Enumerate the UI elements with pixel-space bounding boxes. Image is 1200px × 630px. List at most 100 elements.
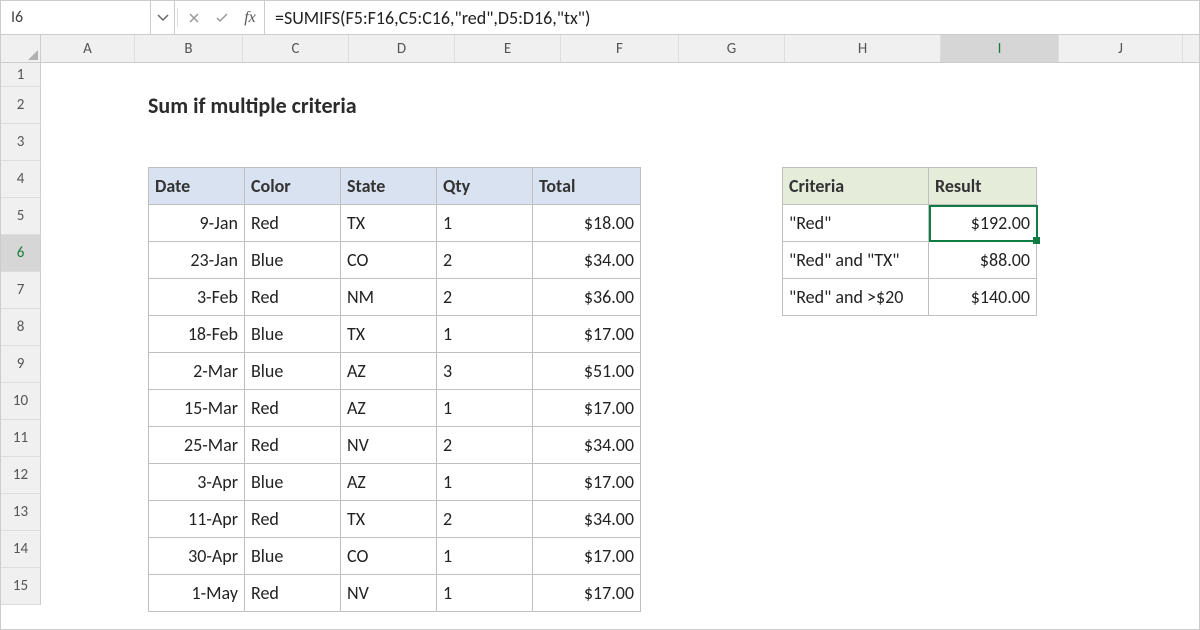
cell[interactable]: NV [341, 575, 437, 612]
cell[interactable]: "Red" [783, 205, 929, 242]
cell[interactable]: Red [245, 205, 341, 242]
hdr-state[interactable]: State [341, 168, 437, 205]
col-header-F[interactable]: F [561, 35, 679, 62]
cell-active[interactable]: $88.00 [929, 242, 1037, 279]
insert-function-button[interactable]: fx [236, 1, 264, 34]
col-header-C[interactable]: C [243, 35, 349, 62]
cell[interactable]: $51.00 [533, 353, 641, 390]
cell[interactable]: $34.00 [533, 242, 641, 279]
hdr-result[interactable]: Result [929, 168, 1037, 205]
cell[interactable]: $34.00 [533, 427, 641, 464]
row-header-7[interactable]: 7 [1, 272, 41, 309]
cell[interactable]: 9-Jan [149, 205, 245, 242]
cell[interactable]: 2-Mar [149, 353, 245, 390]
name-box[interactable]: I6 [1, 1, 151, 34]
cell[interactable]: $17.00 [533, 390, 641, 427]
cell[interactable]: 3-Apr [149, 464, 245, 501]
select-all-corner[interactable] [1, 35, 41, 62]
cell[interactable]: $18.00 [533, 205, 641, 242]
col-header-B[interactable]: B [135, 35, 243, 62]
cell[interactable]: 23-Jan [149, 242, 245, 279]
cell[interactable]: 15-Mar [149, 390, 245, 427]
cell[interactable]: Red [245, 390, 341, 427]
confirm-formula-button[interactable] [208, 1, 236, 34]
cell[interactable]: $34.00 [533, 501, 641, 538]
col-header-J[interactable]: J [1059, 35, 1183, 62]
col-header-A[interactable]: A [41, 35, 135, 62]
cell[interactable]: $192.00 [929, 205, 1037, 242]
cell[interactable]: 2 [437, 427, 533, 464]
cell[interactable]: 2 [437, 501, 533, 538]
cell[interactable]: $17.00 [533, 575, 641, 612]
cell[interactable]: TX [341, 205, 437, 242]
cell[interactable]: TX [341, 316, 437, 353]
cell[interactable]: Blue [245, 242, 341, 279]
cell[interactable]: CO [341, 538, 437, 575]
row-header-15[interactable]: 15 [1, 568, 41, 605]
row-header-8[interactable]: 8 [1, 309, 41, 346]
cell[interactable]: $17.00 [533, 464, 641, 501]
cell[interactable]: Red [245, 279, 341, 316]
cell[interactable]: 1 [437, 316, 533, 353]
cell[interactable]: 1 [437, 390, 533, 427]
row-header-13[interactable]: 13 [1, 494, 41, 531]
cell[interactable]: 1 [437, 464, 533, 501]
name-box-dropdown[interactable] [151, 1, 175, 34]
cell[interactable]: Red [245, 501, 341, 538]
cell[interactable]: 2 [437, 279, 533, 316]
row-header-5[interactable]: 5 [1, 198, 41, 235]
row-header-6[interactable]: 6 [1, 235, 41, 272]
col-header-I[interactable]: I [941, 35, 1059, 62]
hdr-total[interactable]: Total [533, 168, 641, 205]
cell[interactable]: "Red" and >$20 [783, 279, 929, 316]
row-header-3[interactable]: 3 [1, 124, 41, 161]
cell[interactable]: 3 [437, 353, 533, 390]
cell[interactable]: NM [341, 279, 437, 316]
row-header-1[interactable]: 1 [1, 63, 41, 87]
cell[interactable]: 18-Feb [149, 316, 245, 353]
cell[interactable]: Blue [245, 353, 341, 390]
col-header-E[interactable]: E [455, 35, 561, 62]
row-header-4[interactable]: 4 [1, 161, 41, 198]
hdr-criteria[interactable]: Criteria [783, 168, 929, 205]
hdr-qty[interactable]: Qty [437, 168, 533, 205]
cell[interactable]: AZ [341, 353, 437, 390]
cell[interactable]: $36.00 [533, 279, 641, 316]
cell[interactable]: Blue [245, 464, 341, 501]
cell[interactable]: 1-May [149, 575, 245, 612]
col-header-H[interactable]: H [785, 35, 941, 62]
cell[interactable]: $17.00 [533, 538, 641, 575]
cell[interactable]: 3-Feb [149, 279, 245, 316]
col-header-D[interactable]: D [349, 35, 455, 62]
cancel-formula-button[interactable] [180, 1, 208, 34]
cell[interactable]: 1 [437, 575, 533, 612]
cell[interactable]: 30-Apr [149, 538, 245, 575]
cell[interactable]: Red [245, 427, 341, 464]
cell[interactable]: Red [245, 575, 341, 612]
row-header-9[interactable]: 9 [1, 346, 41, 383]
row-header-14[interactable]: 14 [1, 531, 41, 568]
row-header-2[interactable]: 2 [1, 87, 41, 124]
row-header-11[interactable]: 11 [1, 420, 41, 457]
cell[interactable]: AZ [341, 390, 437, 427]
cell[interactable]: 1 [437, 538, 533, 575]
cell[interactable]: TX [341, 501, 437, 538]
row-header-12[interactable]: 12 [1, 457, 41, 494]
cell[interactable]: 1 [437, 205, 533, 242]
cell[interactable]: Blue [245, 538, 341, 575]
row-header-10[interactable]: 10 [1, 383, 41, 420]
formula-input[interactable]: =SUMIFS(F5:F16,C5:C16,"red",D5:D16,"tx") [264, 1, 1199, 34]
cell[interactable]: "Red" and "TX" [783, 242, 929, 279]
cell[interactable]: 11-Apr [149, 501, 245, 538]
cell[interactable]: CO [341, 242, 437, 279]
cell[interactable]: 25-Mar [149, 427, 245, 464]
cell[interactable]: NV [341, 427, 437, 464]
cell[interactable]: 2 [437, 242, 533, 279]
hdr-date[interactable]: Date [149, 168, 245, 205]
cell[interactable]: Blue [245, 316, 341, 353]
cell[interactable]: $17.00 [533, 316, 641, 353]
cell[interactable]: AZ [341, 464, 437, 501]
hdr-color[interactable]: Color [245, 168, 341, 205]
cell[interactable]: $140.00 [929, 279, 1037, 316]
col-header-G[interactable]: G [679, 35, 785, 62]
